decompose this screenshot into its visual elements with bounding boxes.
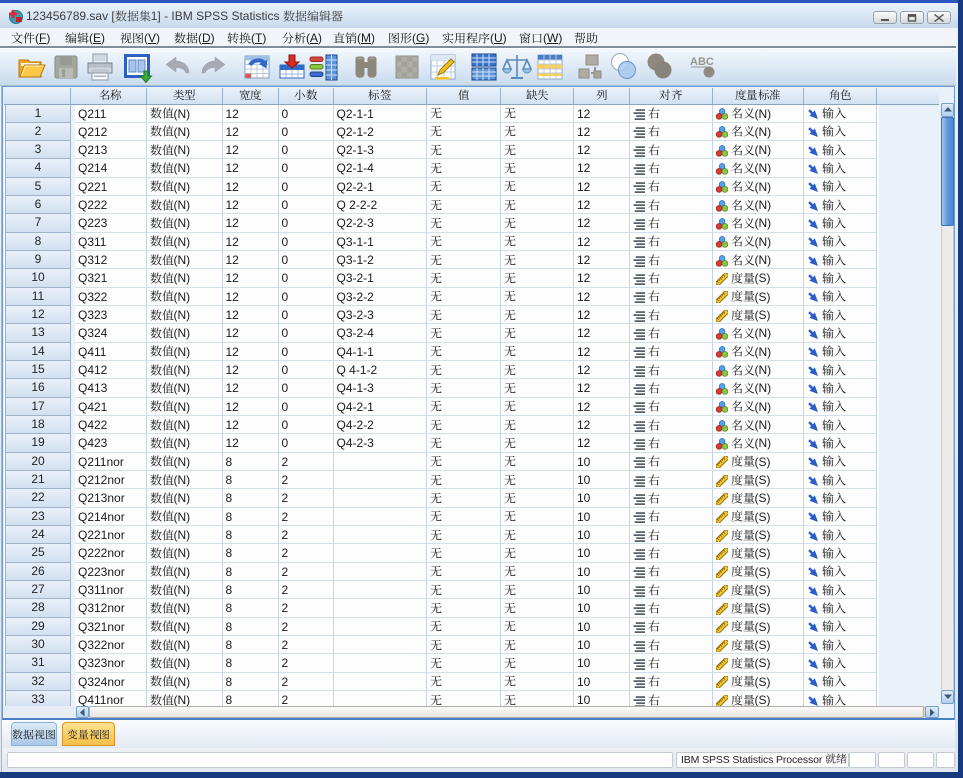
svg-text:ABC: ABC bbox=[690, 56, 714, 68]
